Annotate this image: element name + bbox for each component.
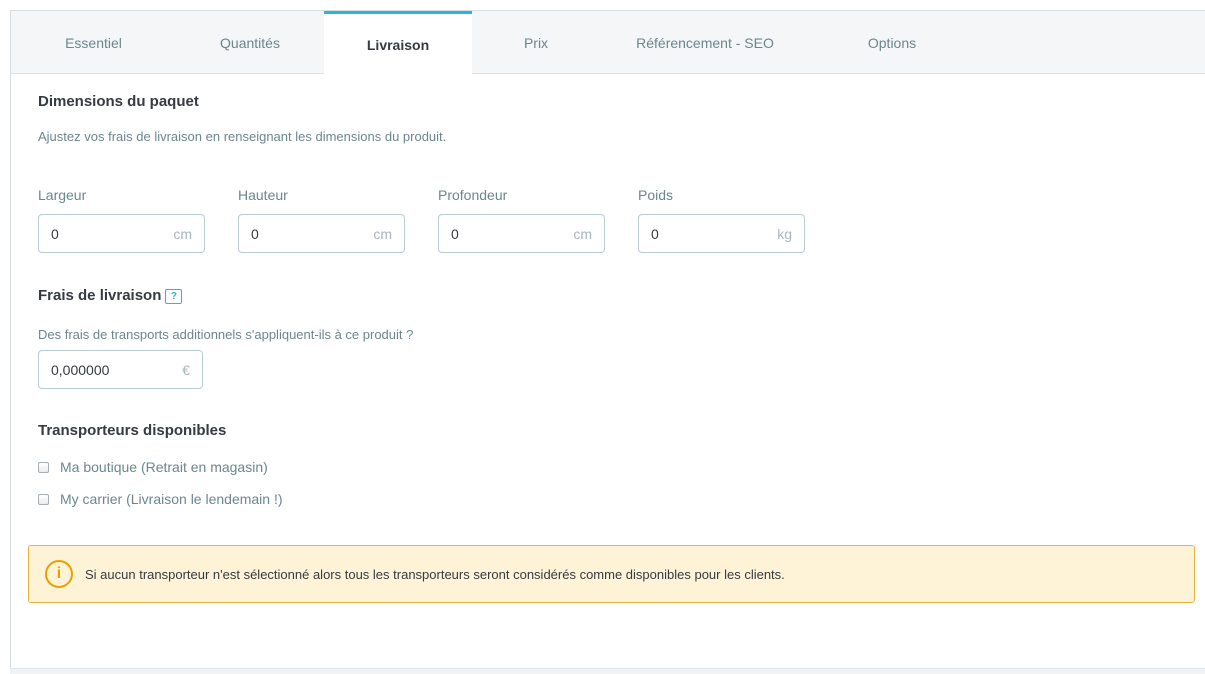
euro-unit: € [182, 361, 190, 378]
width-input[interactable]: 0 cm [38, 214, 205, 253]
shipping-fees-value: 0,000000 [51, 361, 110, 378]
width-label: Largeur [38, 187, 87, 203]
width-unit: cm [173, 225, 192, 242]
package-dimensions-title: Dimensions du paquet [38, 93, 199, 110]
panel-footer-divider [10, 668, 1205, 674]
weight-value: 0 [651, 225, 659, 242]
shipping-fees-title: Frais de livraison? [38, 287, 183, 304]
carrier-checkbox[interactable] [38, 461, 49, 473]
weight-unit: kg [777, 225, 792, 242]
tab-quantites[interactable]: Quantités [176, 11, 324, 74]
no-carrier-warning-alert: i Si aucun transporteur n'est sélectionn… [28, 545, 1195, 603]
tab-livraison[interactable]: Livraison [324, 11, 472, 75]
carrier-label: My carrier (Livraison le lendemain !) [60, 491, 283, 507]
carrier-option-my-carrier[interactable]: My carrier (Livraison le lendemain !) [38, 491, 283, 507]
alert-message: Si aucun transporteur n'est sélectionné … [85, 566, 785, 582]
tab-options[interactable]: Options [810, 11, 974, 74]
height-input[interactable]: 0 cm [238, 214, 405, 253]
height-unit: cm [373, 225, 392, 242]
depth-unit: cm [573, 225, 592, 242]
tab-prix[interactable]: Prix [472, 11, 600, 74]
carrier-checkbox[interactable] [38, 493, 49, 505]
depth-input[interactable]: 0 cm [438, 214, 605, 253]
tab-bar: Essentiel Quantités Livraison Prix Référ… [11, 11, 1205, 75]
height-label: Hauteur [238, 187, 288, 203]
tab-essentiel[interactable]: Essentiel [11, 11, 176, 74]
shipping-fees-input[interactable]: 0,000000 € [38, 350, 203, 389]
weight-input[interactable]: 0 kg [638, 214, 805, 253]
weight-label: Poids [638, 187, 674, 203]
depth-label: Profondeur [438, 187, 508, 203]
shipping-fees-question: Des frais de transports additionnels s'a… [38, 327, 414, 342]
width-value: 0 [51, 225, 59, 242]
package-dimensions-description: Ajustez vos frais de livraison en rensei… [38, 129, 447, 144]
shipping-fees-title-text: Frais de livraison [38, 287, 162, 304]
depth-value: 0 [451, 225, 459, 242]
carrier-label: Ma boutique (Retrait en magasin) [60, 459, 268, 475]
info-icon: i [45, 560, 73, 588]
tab-referencement-seo[interactable]: Référencement - SEO [600, 11, 810, 74]
carrier-option-ma-boutique[interactable]: Ma boutique (Retrait en magasin) [38, 459, 268, 475]
carriers-title: Transporteurs disponibles [38, 422, 227, 439]
height-value: 0 [251, 225, 259, 242]
help-icon[interactable]: ? [165, 289, 183, 304]
